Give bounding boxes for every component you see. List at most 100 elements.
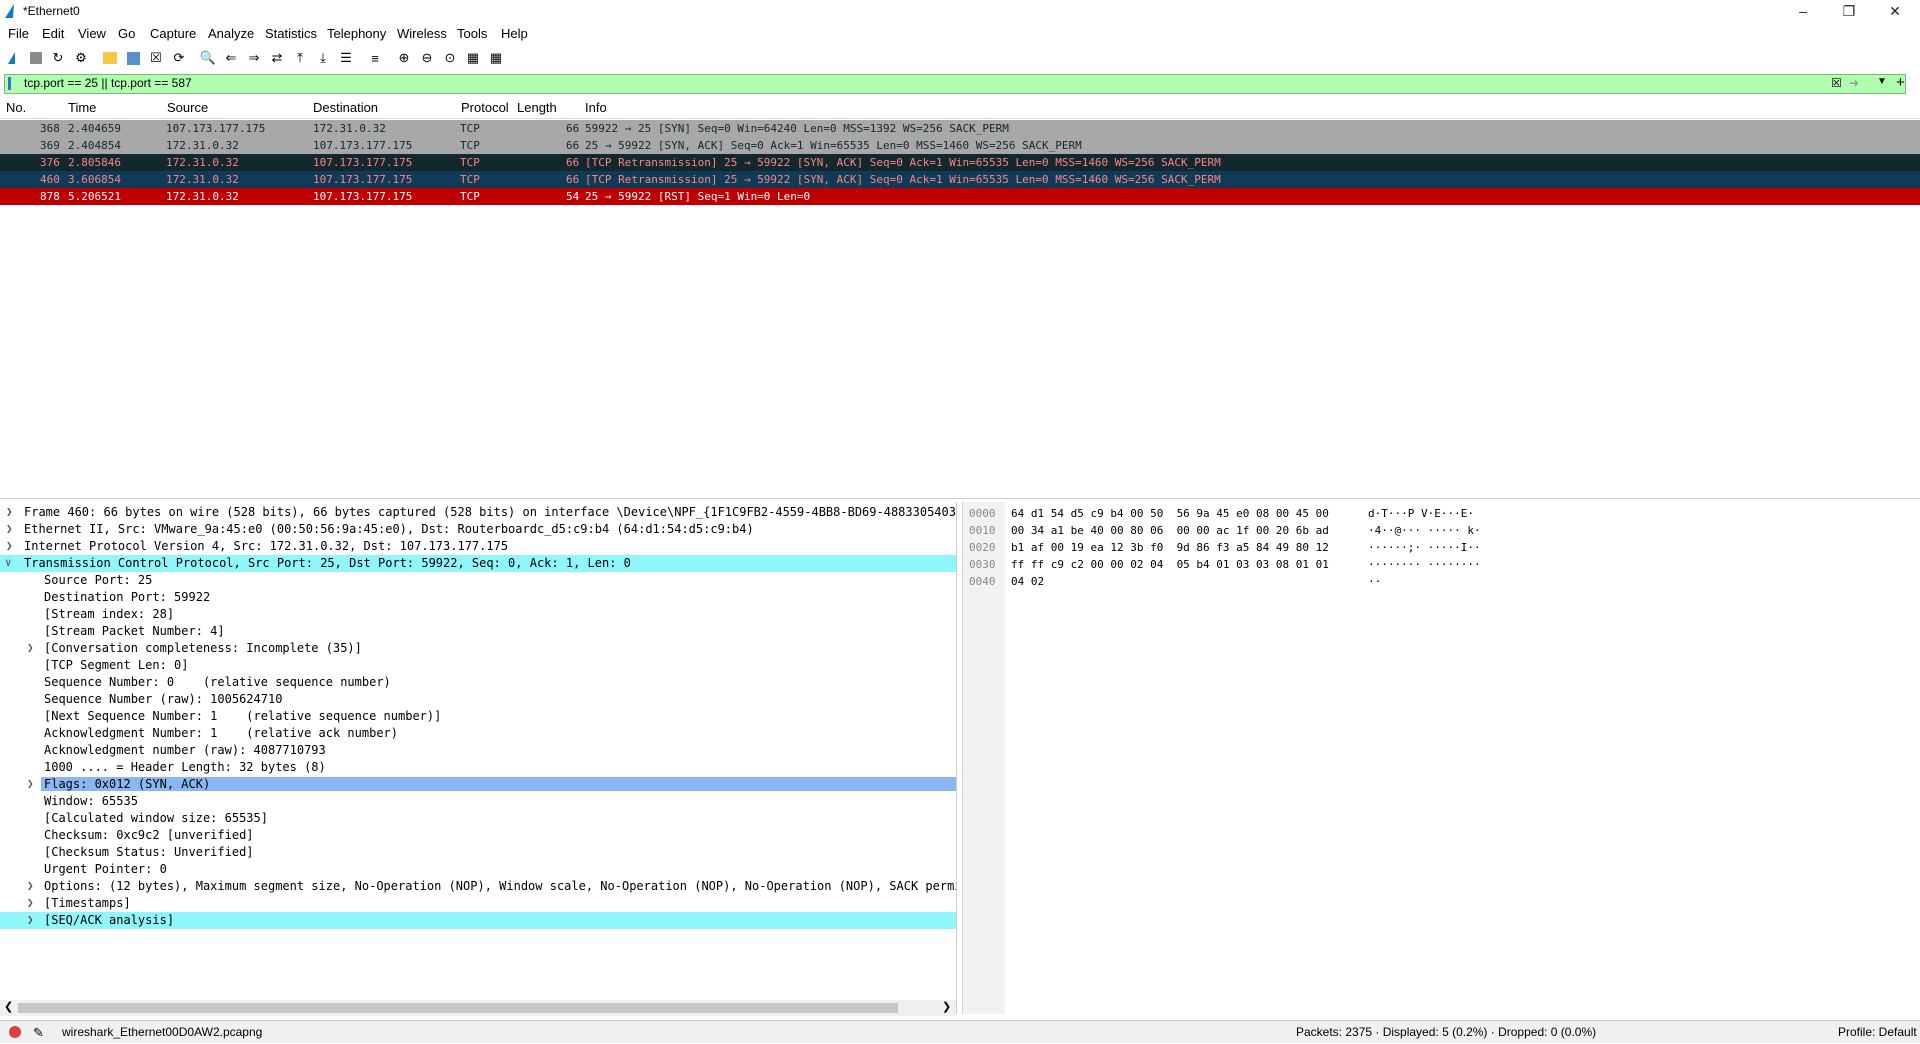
tcp-seqack-analysis[interactable]: ❯ [SEQ/ACK analysis]	[0, 912, 956, 929]
tcp-field[interactable]: Window: 65535	[0, 793, 956, 810]
tcp-field[interactable]: ❯ [Conversation completeness: Incomplete …	[0, 640, 956, 657]
tree-ipv4[interactable]: ❯ Internet Protocol Version 4, Src: 172.3…	[0, 538, 956, 555]
tcp-field[interactable]: [Next Sequence Number: 1 (relative seque…	[0, 708, 956, 725]
menu-statistics[interactable]: Statistics	[265, 26, 317, 41]
menu-capture[interactable]: Capture	[150, 26, 196, 41]
window-title: *Ethernet0	[23, 4, 80, 18]
hex-bytes[interactable]: ff ff c9 c2 00 00 02 04 05 b4 01 03 03 0…	[1011, 558, 1329, 571]
tcp-field[interactable]: [Stream Packet Number: 4]	[0, 623, 956, 640]
tcp-field[interactable]: [Calculated window size: 65535]	[0, 810, 956, 827]
menu-help[interactable]: Help	[501, 26, 528, 41]
hex-ascii[interactable]: ······;· ·····I··	[1368, 541, 1481, 554]
col-protocol[interactable]: Protocol	[461, 100, 509, 115]
zoom-in-icon[interactable]: ⊕	[395, 49, 413, 67]
tcp-field[interactable]: Urgent Pointer: 0	[0, 861, 956, 878]
packet-row[interactable]: 368 2.404659 107.173.177.175 172.31.0.32 TCP…	[0, 120, 1920, 137]
restart-capture-icon[interactable]: ↻	[49, 49, 67, 67]
capture-options-icon[interactable]: ⚙	[72, 49, 90, 67]
open-file-icon[interactable]	[101, 49, 119, 67]
stop-capture-icon[interactable]	[27, 49, 45, 67]
start-capture-icon[interactable]	[5, 49, 23, 67]
bookmark-icon[interactable]	[8, 77, 21, 90]
hex-ascii[interactable]: ········ ········	[1368, 558, 1481, 571]
hex-bytes[interactable]: 04 02	[1011, 575, 1044, 588]
find-packet-icon[interactable]: 🔍	[199, 49, 217, 67]
tree-tcp[interactable]: ∨ Transmission Control Protocol, Src Port…	[0, 555, 956, 572]
tcp-field[interactable]: Acknowledgment Number: 1 (relative ack n…	[0, 725, 956, 742]
menu-go[interactable]: Go	[118, 26, 135, 41]
packet-list: No. Time Source Destination Protocol Len…	[0, 96, 1920, 499]
go-back-icon[interactable]: ⇐	[222, 49, 240, 67]
normal-size-icon[interactable]: ⊙	[441, 49, 459, 67]
packet-row[interactable]: 369 2.404854 172.31.0.32 107.173.177.175 TCP…	[0, 137, 1920, 154]
hex-ascii[interactable]: ·4··@··· ····· k·	[1368, 524, 1481, 537]
menu-file[interactable]: File	[8, 26, 29, 41]
details-scrollbar[interactable]: ❮ ❯	[0, 1000, 956, 1016]
menu-analyze[interactable]: Analyze	[208, 26, 254, 41]
menu-telephony[interactable]: Telephony	[327, 26, 386, 41]
colorize-icon[interactable]: ≡	[366, 49, 384, 67]
col-source[interactable]: Source	[167, 100, 208, 115]
close-file-icon[interactable]: ☒	[147, 49, 165, 67]
col-time[interactable]: Time	[68, 100, 96, 115]
menu-bar: File Edit View Go Capture Analyze Statis…	[0, 24, 1920, 44]
hex-offset: 0020	[969, 541, 996, 554]
tcp-field[interactable]: [Checksum Status: Unverified]	[0, 844, 956, 861]
tcp-field[interactable]: Acknowledgment number (raw): 4087710793	[0, 742, 956, 759]
hex-offset: 0010	[969, 524, 996, 537]
hex-bytes[interactable]: 64 d1 54 d5 c9 b4 00 50 56 9a 45 e0 08 0…	[1011, 507, 1329, 520]
autoscroll-icon[interactable]: ☰	[337, 49, 355, 67]
last-packet-icon[interactable]: ⤓	[314, 49, 332, 67]
filter-input[interactable]: tcp.port == 25 || tcp.port == 587	[24, 76, 192, 90]
packet-row[interactable]: 376 2.805846 172.31.0.32 107.173.177.175 TCP…	[0, 154, 1920, 171]
display-filter[interactable]: tcp.port == 25 || tcp.port == 587 ☒ ➜ ▼ …	[4, 74, 1906, 94]
filter-history-icon[interactable]: ▼	[1877, 76, 1887, 87]
tree-ethernet[interactable]: ❯ Ethernet II, Src: VMware_9a:45:e0 (00:5…	[0, 521, 956, 538]
menu-view[interactable]: View	[78, 26, 106, 41]
tcp-field[interactable]: 1000 .... = Header Length: 32 bytes (8)	[0, 759, 956, 776]
hex-ascii[interactable]: ··	[1368, 575, 1381, 588]
reload-file-icon[interactable]: ⟳	[170, 49, 188, 67]
menu-tools[interactable]: Tools	[457, 26, 487, 41]
edit-comment-icon[interactable]: ✎	[33, 1025, 44, 1041]
packet-row-selected[interactable]: 460 3.606854 172.31.0.32 107.173.177.175 TCP…	[0, 171, 1920, 188]
tcp-field[interactable]: [TCP Segment Len: 0]	[0, 657, 956, 674]
col-length[interactable]: Length	[517, 100, 557, 115]
restore-button[interactable]: ❐	[1826, 0, 1872, 22]
hex-offset: 0030	[969, 558, 996, 571]
hex-ascii[interactable]: d·T···P V·E···E·	[1368, 507, 1474, 520]
tcp-field[interactable]: ❯ Options: (12 bytes), Maximum segment si…	[0, 878, 956, 895]
packet-row[interactable]: 878 5.206521 172.31.0.32 107.173.177.175 TCP…	[0, 188, 1920, 205]
tree-frame[interactable]: ❯ Frame 460: 66 bytes on wire (528 bits),…	[0, 504, 956, 521]
hex-bytes[interactable]: b1 af 00 19 ea 12 3b f0 9d 86 f3 a5 84 4…	[1011, 541, 1329, 554]
tcp-field[interactable]: [Stream index: 28]	[0, 606, 956, 623]
tcp-field[interactable]: Sequence Number (raw): 1005624710	[0, 691, 956, 708]
tcp-field[interactable]: Source Port: 25	[0, 572, 956, 589]
go-forward-icon[interactable]: ⇒	[245, 49, 263, 67]
add-filter-icon[interactable]: +	[1896, 74, 1905, 91]
scrollbar-thumb[interactable]	[18, 1003, 898, 1013]
col-destination[interactable]: Destination	[313, 100, 378, 115]
zoom-out-icon[interactable]: ⊖	[418, 49, 436, 67]
menu-wireless[interactable]: Wireless	[397, 26, 447, 41]
tcp-field[interactable]: Checksum: 0xc9c2 [unverified]	[0, 827, 956, 844]
profile-label[interactable]: Profile: Default	[1838, 1025, 1917, 1039]
col-info[interactable]: Info	[585, 100, 607, 115]
save-file-icon[interactable]	[124, 49, 142, 67]
clear-filter-icon[interactable]: ☒	[1831, 76, 1842, 90]
tcp-field[interactable]: Sequence Number: 0 (relative sequence nu…	[0, 674, 956, 691]
layout-icon[interactable]: ▦	[487, 49, 505, 67]
minimize-button[interactable]: –	[1780, 0, 1826, 22]
close-button[interactable]: ✕	[1872, 0, 1918, 22]
tcp-field[interactable]: Destination Port: 59922	[0, 589, 956, 606]
tcp-field[interactable]: ❯ [Timestamps]	[0, 895, 956, 912]
resize-columns-icon[interactable]: ▦	[464, 49, 482, 67]
menu-edit[interactable]: Edit	[42, 26, 64, 41]
col-no[interactable]: No.	[6, 100, 26, 115]
first-packet-icon[interactable]: ⤒	[291, 49, 309, 67]
go-to-packet-icon[interactable]: ⇄	[268, 49, 286, 67]
tcp-flags-selected[interactable]: ❯ Flags: 0x012 (SYN, ACK)	[0, 776, 956, 793]
hex-bytes[interactable]: 00 34 a1 be 40 00 80 06 00 00 ac 1f 00 2…	[1011, 524, 1329, 537]
apply-filter-icon[interactable]: ➜	[1849, 76, 1859, 90]
capture-status-icon[interactable]	[8, 1025, 22, 1039]
